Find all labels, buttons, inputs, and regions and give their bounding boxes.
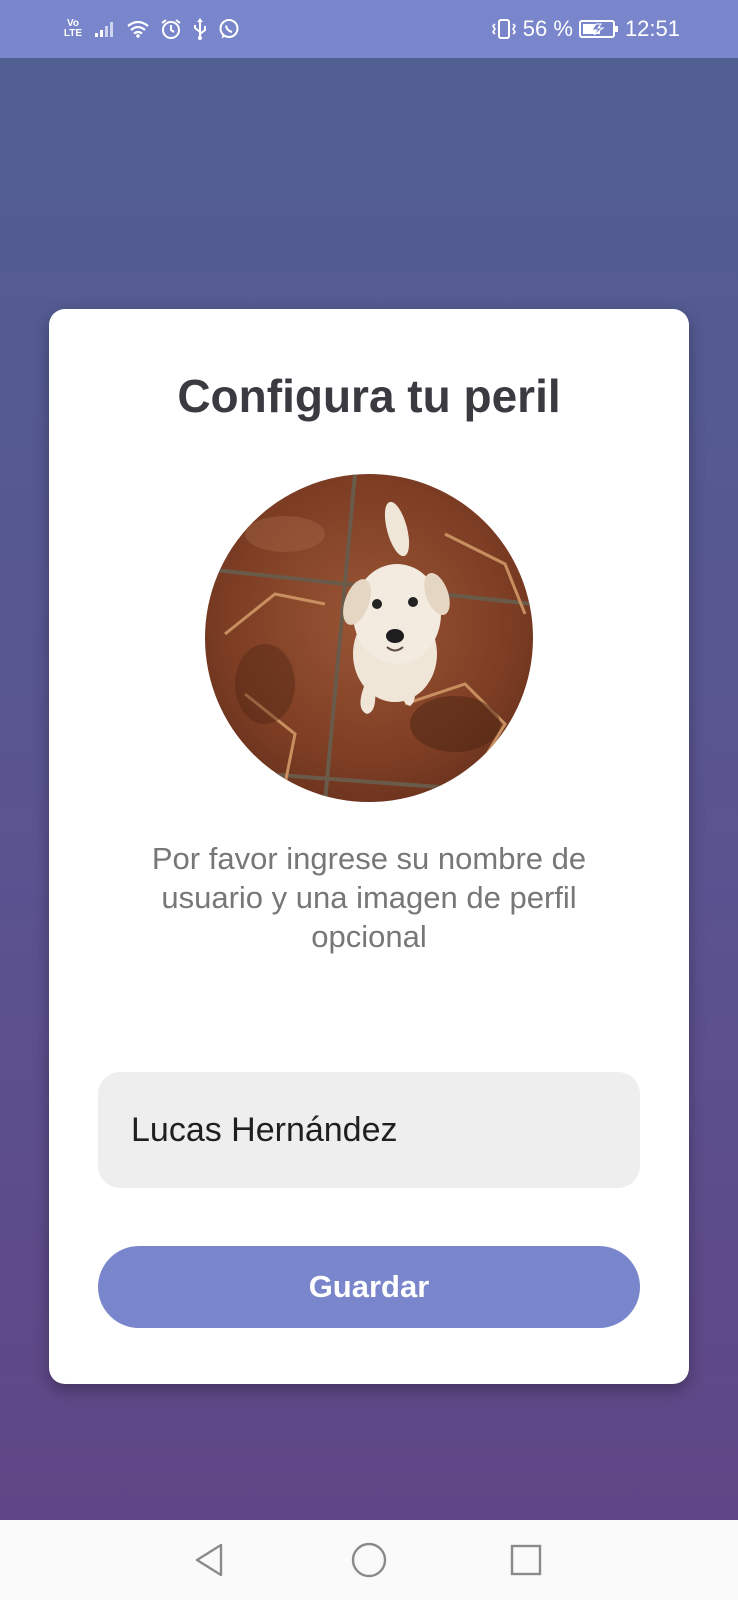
- battery-percent: 56 %: [522, 16, 573, 41]
- status-left-icons: Vo LTE: [62, 18, 240, 40]
- usb-icon: [192, 18, 208, 40]
- page-title: Configura tu peril: [177, 370, 561, 422]
- profile-photo-button[interactable]: [205, 474, 533, 802]
- status-bar: Vo LTE 56 % 12:51: [0, 0, 738, 58]
- home-icon[interactable]: [349, 1540, 389, 1580]
- wifi-icon: [126, 20, 150, 38]
- system-nav-bar: [0, 1520, 738, 1600]
- battery-charging-icon: [578, 19, 619, 39]
- vibrate-icon: [491, 18, 517, 40]
- app-background: Configura tu peril Por favor ingrese su …: [0, 58, 738, 1520]
- volte-icon: Vo LTE: [63, 18, 83, 39]
- alarm-icon: [160, 18, 182, 40]
- puppy-photo-icon: [205, 474, 533, 802]
- recents-icon[interactable]: [506, 1540, 546, 1580]
- profile-setup-card: Configura tu peril Por favor ingrese su …: [49, 309, 689, 1384]
- helper-text: Por favor ingrese su nombre de usuario y…: [151, 841, 587, 954]
- signal-icon: [94, 20, 116, 38]
- back-icon[interactable]: [190, 1540, 230, 1580]
- whatsapp-icon: [218, 18, 240, 40]
- clock: 12:51: [624, 16, 680, 41]
- save-button[interactable]: Guardar: [98, 1246, 640, 1328]
- status-right-icons: 56 % 12:51: [491, 16, 680, 42]
- username-input[interactable]: [98, 1072, 640, 1188]
